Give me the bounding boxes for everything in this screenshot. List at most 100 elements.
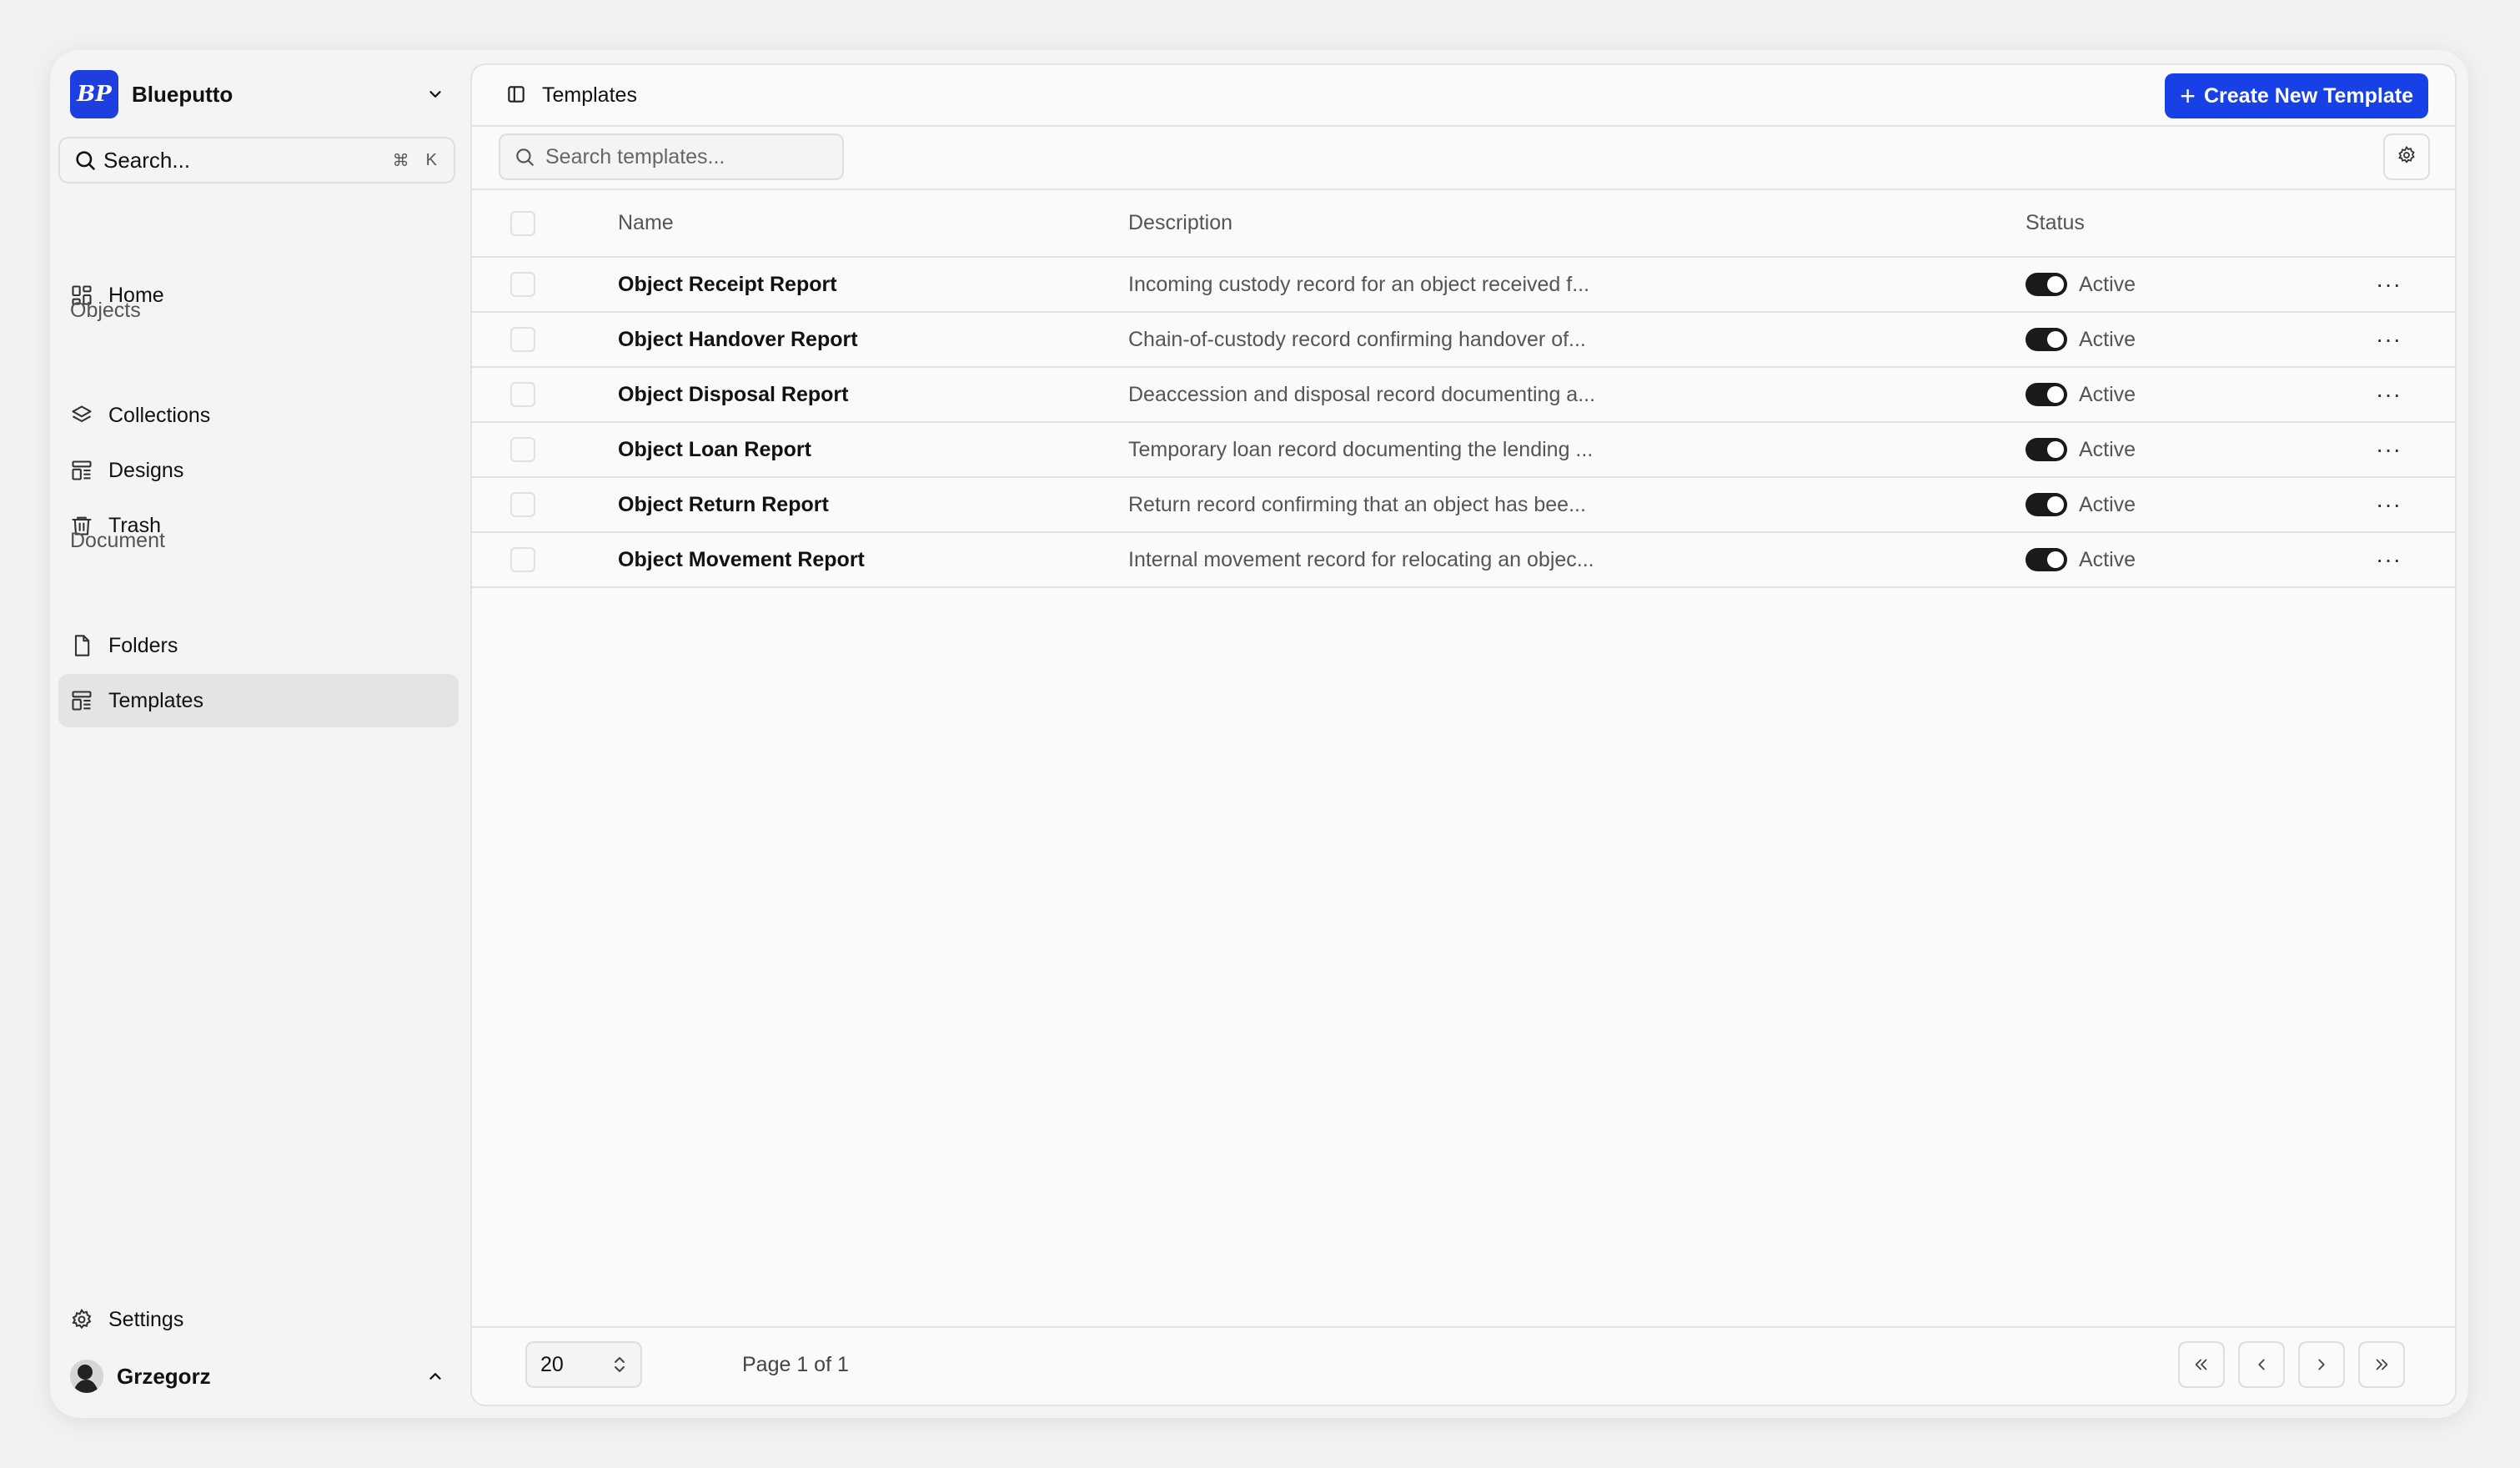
shortcut-mod: ⌘	[392, 151, 409, 170]
user-name: Grzegorz	[117, 1363, 211, 1389]
table-row[interactable]: Object Return Report Return record confi…	[472, 477, 2455, 532]
status-label: Active	[2079, 382, 2136, 406]
user-menu[interactable]: Grzegorz	[70, 1351, 467, 1401]
column-name[interactable]: Name	[618, 190, 1128, 257]
table-header-row: Name Description Status	[472, 190, 2455, 257]
previous-page-button[interactable]	[2238, 1341, 2285, 1388]
section-objects: Objects	[70, 299, 141, 322]
more-options-icon[interactable]: ···	[2376, 436, 2402, 462]
sidebar-item-settings[interactable]: Settings	[58, 1293, 459, 1346]
status-toggle[interactable]	[2026, 383, 2067, 407]
template-search[interactable]	[499, 133, 844, 180]
template-name[interactable]: Object Return Report	[618, 477, 1128, 532]
next-page-button[interactable]	[2298, 1341, 2345, 1388]
row-checkbox[interactable]	[510, 492, 535, 517]
table-row[interactable]: Object Disposal Report Deaccession and d…	[472, 367, 2455, 422]
status-label: Active	[2079, 492, 2136, 516]
table-settings-button[interactable]	[2383, 133, 2430, 180]
workspace-name: Blueputto	[132, 81, 233, 107]
chevron-down-icon	[419, 78, 452, 111]
sidebar: BP Blueputto Search... ⌘ K Home Objects	[50, 50, 467, 1418]
sidebar-item-label: Templates	[108, 688, 203, 712]
more-options-icon[interactable]: ···	[2376, 326, 2402, 352]
template-name[interactable]: Object Disposal Report	[618, 367, 1128, 422]
page-size-select[interactable]: 20	[525, 1341, 642, 1388]
row-checkbox[interactable]	[510, 437, 535, 462]
select-all-checkbox[interactable]	[510, 210, 535, 236]
chevrons-left-icon	[2192, 1355, 2211, 1374]
template-description: Temporary loan record documenting the le…	[1128, 437, 1594, 461]
status-label: Active	[2079, 327, 2136, 351]
status-toggle[interactable]	[2026, 328, 2067, 352]
avatar	[70, 1360, 103, 1393]
chevron-right-icon	[2312, 1355, 2331, 1374]
template-description: Return record confirming that an object …	[1128, 492, 1586, 516]
row-checkbox[interactable]	[510, 272, 535, 297]
template-name[interactable]: Object Loan Report	[618, 422, 1128, 477]
last-page-button[interactable]	[2358, 1341, 2405, 1388]
table-row[interactable]: Object Loan Report Temporary loan record…	[472, 422, 2455, 477]
table-row[interactable]: Object Receipt Report Incoming custody r…	[472, 257, 2455, 312]
status-label: Active	[2079, 272, 2136, 296]
row-checkbox[interactable]	[510, 382, 535, 407]
table-row[interactable]: Object Handover Report Chain-of-custody …	[472, 312, 2455, 367]
gear-icon	[70, 1308, 93, 1331]
layers-icon	[70, 404, 93, 427]
status-toggle[interactable]	[2026, 273, 2067, 297]
templates-table: Name Description Status Object Receipt R…	[472, 190, 2455, 588]
create-template-button[interactable]: + Create New Template	[2165, 73, 2428, 118]
global-search[interactable]: Search... ⌘ K	[58, 137, 455, 184]
shortcut-key: K	[425, 150, 437, 169]
chevron-left-icon	[2252, 1355, 2271, 1374]
layout-icon	[70, 459, 93, 482]
sidebar-item-folders[interactable]: Folders	[58, 619, 459, 672]
more-options-icon[interactable]: ···	[2376, 491, 2402, 517]
more-options-icon[interactable]: ···	[2376, 381, 2402, 407]
plus-icon: +	[2180, 81, 2196, 111]
search-icon	[73, 148, 97, 172]
template-name[interactable]: Object Handover Report	[618, 312, 1128, 367]
page-info: Page 1 of 1	[742, 1353, 849, 1376]
chevron-up-down-icon	[612, 1355, 627, 1374]
main-panel: Templates + Create New Template Search t…	[470, 63, 2457, 1406]
app-window: BP Blueputto Search... ⌘ K Home Objects	[50, 50, 2468, 1418]
sidebar-item-label: Settings	[108, 1307, 184, 1331]
sidebar-item-designs[interactable]: Designs	[58, 444, 459, 497]
sidebar-toggle-icon[interactable]	[505, 83, 529, 107]
table-row[interactable]: Object Movement Report Internal movement…	[472, 532, 2455, 587]
column-description[interactable]: Description	[1128, 190, 2026, 257]
search-icon	[514, 146, 535, 168]
row-checkbox[interactable]	[510, 547, 535, 572]
row-checkbox[interactable]	[510, 327, 535, 352]
page-size-value: 20	[540, 1352, 564, 1376]
pagination-bar: 20 Page 1 of 1	[472, 1326, 2455, 1405]
chevrons-right-icon	[2372, 1355, 2391, 1374]
sidebar-item-templates[interactable]: Templates	[58, 674, 459, 727]
template-description: Chain-of-custody record confirming hando…	[1128, 327, 1586, 351]
status-label: Active	[2079, 437, 2136, 461]
status-label: Active	[2079, 547, 2136, 571]
sidebar-item-collections[interactable]: Collections	[58, 389, 459, 442]
status-toggle[interactable]	[2026, 548, 2067, 572]
column-status[interactable]: Status	[2026, 190, 2376, 257]
workspace-logo: BP	[70, 70, 118, 118]
more-options-icon[interactable]: ···	[2376, 546, 2402, 572]
create-template-label: Create New Template	[2203, 83, 2413, 108]
gear-icon	[2397, 145, 2417, 169]
template-name[interactable]: Object Receipt Report	[618, 257, 1128, 312]
first-page-button[interactable]	[2178, 1341, 2225, 1388]
sidebar-item-label: Designs	[108, 458, 184, 482]
status-toggle[interactable]	[2026, 493, 2067, 517]
file-icon	[70, 634, 93, 657]
layout-icon	[70, 689, 93, 712]
status-toggle[interactable]	[2026, 438, 2067, 462]
template-description: Internal movement record for relocating …	[1128, 547, 1594, 571]
search-placeholder: Search...	[103, 147, 191, 173]
template-description: Incoming custody record for an object re…	[1128, 272, 1590, 296]
workspace-switcher[interactable]: BP Blueputto	[70, 65, 467, 123]
template-search-input[interactable]	[544, 143, 831, 170]
page-header: Templates + Create New Template	[472, 65, 2455, 127]
template-name[interactable]: Object Movement Report	[618, 532, 1128, 587]
more-options-icon[interactable]: ···	[2376, 271, 2402, 297]
chevron-up-icon	[419, 1360, 452, 1393]
